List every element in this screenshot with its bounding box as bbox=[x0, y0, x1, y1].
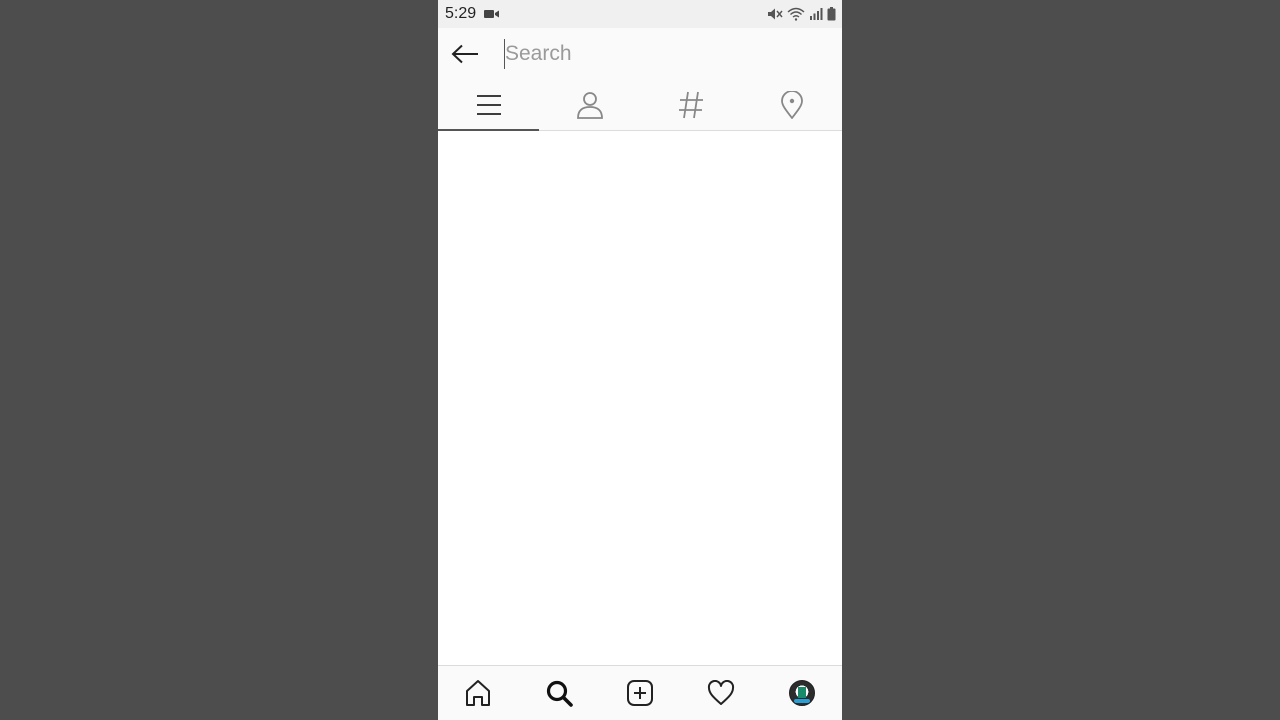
location-pin-icon bbox=[780, 91, 803, 119]
search-header bbox=[438, 28, 842, 80]
nav-profile[interactable] bbox=[761, 666, 842, 720]
search-results bbox=[438, 131, 842, 665]
mute-icon bbox=[767, 7, 783, 21]
search-icon bbox=[547, 680, 573, 707]
hashtag-icon bbox=[678, 91, 703, 119]
signal-icon bbox=[809, 7, 823, 21]
bottom-nav bbox=[438, 665, 842, 720]
wifi-icon bbox=[787, 7, 805, 21]
tab-top[interactable] bbox=[438, 80, 539, 131]
phone-screen: 5:29 bbox=[438, 0, 842, 720]
avatar bbox=[788, 680, 815, 706]
tab-accounts[interactable] bbox=[539, 80, 640, 130]
list-icon bbox=[476, 95, 501, 115]
add-post-icon bbox=[626, 680, 653, 706]
nav-activity[interactable] bbox=[680, 666, 761, 720]
tab-places[interactable] bbox=[741, 80, 842, 130]
nav-search[interactable] bbox=[519, 666, 600, 720]
back-button[interactable] bbox=[438, 28, 492, 80]
home-icon bbox=[466, 680, 491, 706]
video-camera-icon bbox=[484, 8, 500, 20]
tab-tags[interactable] bbox=[640, 80, 741, 130]
status-time: 5:29 bbox=[445, 5, 477, 22]
nav-new-post[interactable] bbox=[600, 666, 681, 720]
status-bar: 5:29 bbox=[438, 0, 842, 28]
arrow-left-icon bbox=[451, 44, 478, 64]
search-tabs bbox=[438, 80, 842, 131]
status-left: 5:29 bbox=[445, 5, 500, 23]
nav-home[interactable] bbox=[438, 666, 519, 720]
battery-icon bbox=[827, 7, 836, 21]
person-icon bbox=[576, 92, 603, 119]
search-field-wrap bbox=[504, 28, 842, 80]
search-input[interactable] bbox=[504, 39, 805, 69]
heart-icon bbox=[707, 680, 734, 705]
status-right bbox=[767, 7, 836, 21]
